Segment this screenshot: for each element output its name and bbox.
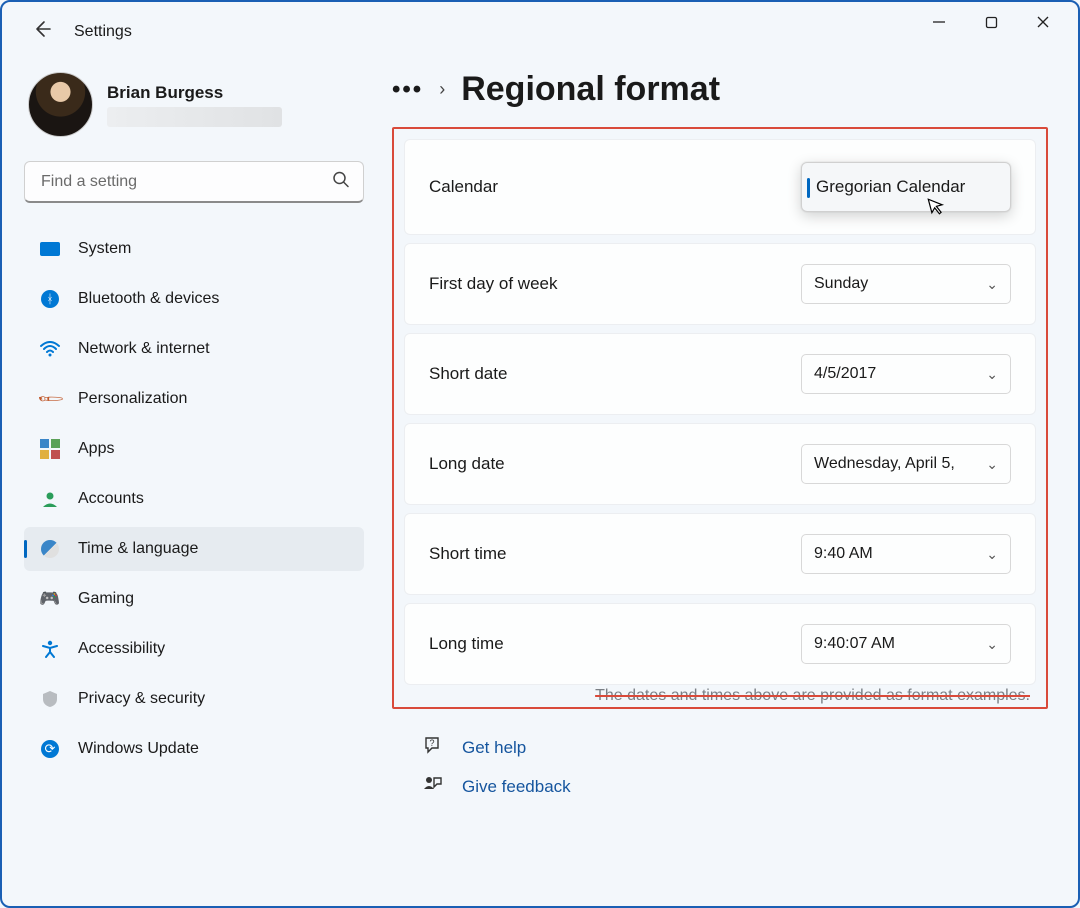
sidebar-item-label: Windows Update [78,740,199,758]
help-links: ? Get help Give feedback [392,735,1048,799]
sidebar-item-label: Network & internet [78,340,210,358]
accessibility-icon [40,639,60,659]
chevron-down-icon: ⌄ [986,636,998,653]
give-feedback-link[interactable]: Give feedback [462,777,571,797]
short-date-dropdown[interactable]: 4/5/2017 ⌄ [801,354,1011,394]
brush-icon: 🖌 [36,385,64,413]
dropdown-value: Wednesday, April 5, [814,455,955,473]
breadcrumb-more-icon[interactable]: ••• [392,76,423,104]
nav-list: System ᚼ Bluetooth & devices Network & i… [24,227,364,771]
accounts-icon [40,489,60,509]
dropdown-value: Gregorian Calendar [816,177,965,197]
gaming-icon: 🎮 [40,589,60,609]
dropdown-value: 9:40 AM [814,545,873,563]
wifi-icon [40,339,60,359]
dropdown-value: 4/5/2017 [814,365,876,383]
long-time-dropdown[interactable]: 9:40:07 AM ⌄ [801,624,1011,664]
cursor-icon [927,194,949,222]
help-icon: ? [422,735,444,760]
sidebar-item-personalization[interactable]: 🖌 Personalization [24,377,364,421]
minimize-button[interactable] [914,3,964,41]
give-feedback-row: Give feedback [422,774,1048,799]
setting-row-short-time: Short time 9:40 AM ⌄ [404,513,1036,595]
dropdown-value: Sunday [814,275,868,293]
feedback-icon [422,774,444,799]
sidebar-item-gaming[interactable]: 🎮 Gaming [24,577,364,621]
sidebar-item-system[interactable]: System [24,227,364,271]
setting-row-long-time: Long time 9:40:07 AM ⌄ [404,603,1036,685]
shield-icon [40,689,60,709]
close-button[interactable] [1018,3,1068,41]
app-title: Settings [74,23,132,41]
calendar-dropdown-open[interactable]: Gregorian Calendar [801,162,1011,212]
setting-label: Long date [429,454,505,474]
setting-label: Calendar [429,177,498,197]
dropdown-value: 9:40:07 AM [814,635,895,653]
chevron-right-icon: › [439,79,445,100]
sidebar-item-privacy[interactable]: Privacy & security [24,677,364,721]
chevron-down-icon: ⌄ [986,366,998,383]
sidebar-item-label: Accessibility [78,640,165,658]
breadcrumb: ••• › Regional format [392,70,1048,109]
setting-row-calendar: Calendar Gregorian Calendar [404,139,1036,235]
sidebar-item-label: Privacy & security [78,690,205,708]
sidebar-item-label: Time & language [78,540,198,558]
setting-label: Short date [429,364,507,384]
sidebar-item-apps[interactable]: Apps [24,427,364,471]
page-title: Regional format [461,70,720,109]
sidebar: Brian Burgess System ᚼ Bluetooth & devic… [2,62,392,813]
apps-icon [40,439,60,459]
sidebar-item-bluetooth[interactable]: ᚼ Bluetooth & devices [24,277,364,321]
long-date-dropdown[interactable]: Wednesday, April 5, ⌄ [801,444,1011,484]
search-input[interactable] [24,161,364,203]
search-icon [332,171,350,194]
setting-row-first-day: First day of week Sunday ⌄ [404,243,1036,325]
sidebar-item-label: Apps [78,440,114,458]
maximize-button[interactable] [966,3,1016,41]
profile-email-redacted [107,107,282,127]
update-icon: ⟳ [40,739,60,759]
sidebar-item-label: Bluetooth & devices [78,290,219,308]
first-day-dropdown[interactable]: Sunday ⌄ [801,264,1011,304]
sidebar-item-accessibility[interactable]: Accessibility [24,627,364,671]
setting-label: Short time [429,544,506,564]
window-controls [914,2,1078,42]
format-examples-note: The dates and times above are provided a… [404,687,1036,705]
sidebar-item-network[interactable]: Network & internet [24,327,364,371]
profile-block[interactable]: Brian Burgess [28,72,364,137]
sidebar-item-time-language[interactable]: Time & language [24,527,364,571]
settings-panel-highlight: Calendar Gregorian Calendar First day of… [392,127,1048,709]
setting-row-short-date: Short date 4/5/2017 ⌄ [404,333,1036,415]
chevron-down-icon: ⌄ [986,456,998,473]
setting-label: Long time [429,634,504,654]
sidebar-item-label: Gaming [78,590,134,608]
short-time-dropdown[interactable]: 9:40 AM ⌄ [801,534,1011,574]
sidebar-item-label: System [78,240,131,258]
system-icon [40,239,60,259]
svg-text:?: ? [429,738,434,748]
chevron-down-icon: ⌄ [986,546,998,563]
main-content: ••• › Regional format Calendar Gregorian… [392,62,1078,813]
sidebar-item-label: Personalization [78,390,187,408]
setting-label: First day of week [429,274,558,294]
sidebar-item-windows-update[interactable]: ⟳ Windows Update [24,727,364,771]
bluetooth-icon: ᚼ [40,289,60,309]
search-wrap [24,161,364,203]
profile-name: Brian Burgess [107,83,282,103]
back-button[interactable] [32,19,52,45]
avatar [28,72,93,137]
chevron-down-icon: ⌄ [986,276,998,293]
get-help-link[interactable]: Get help [462,738,526,758]
sidebar-item-label: Accounts [78,490,144,508]
sidebar-item-accounts[interactable]: Accounts [24,477,364,521]
time-language-icon [40,539,60,559]
get-help-row: ? Get help [422,735,1048,760]
setting-row-long-date: Long date Wednesday, April 5, ⌄ [404,423,1036,505]
